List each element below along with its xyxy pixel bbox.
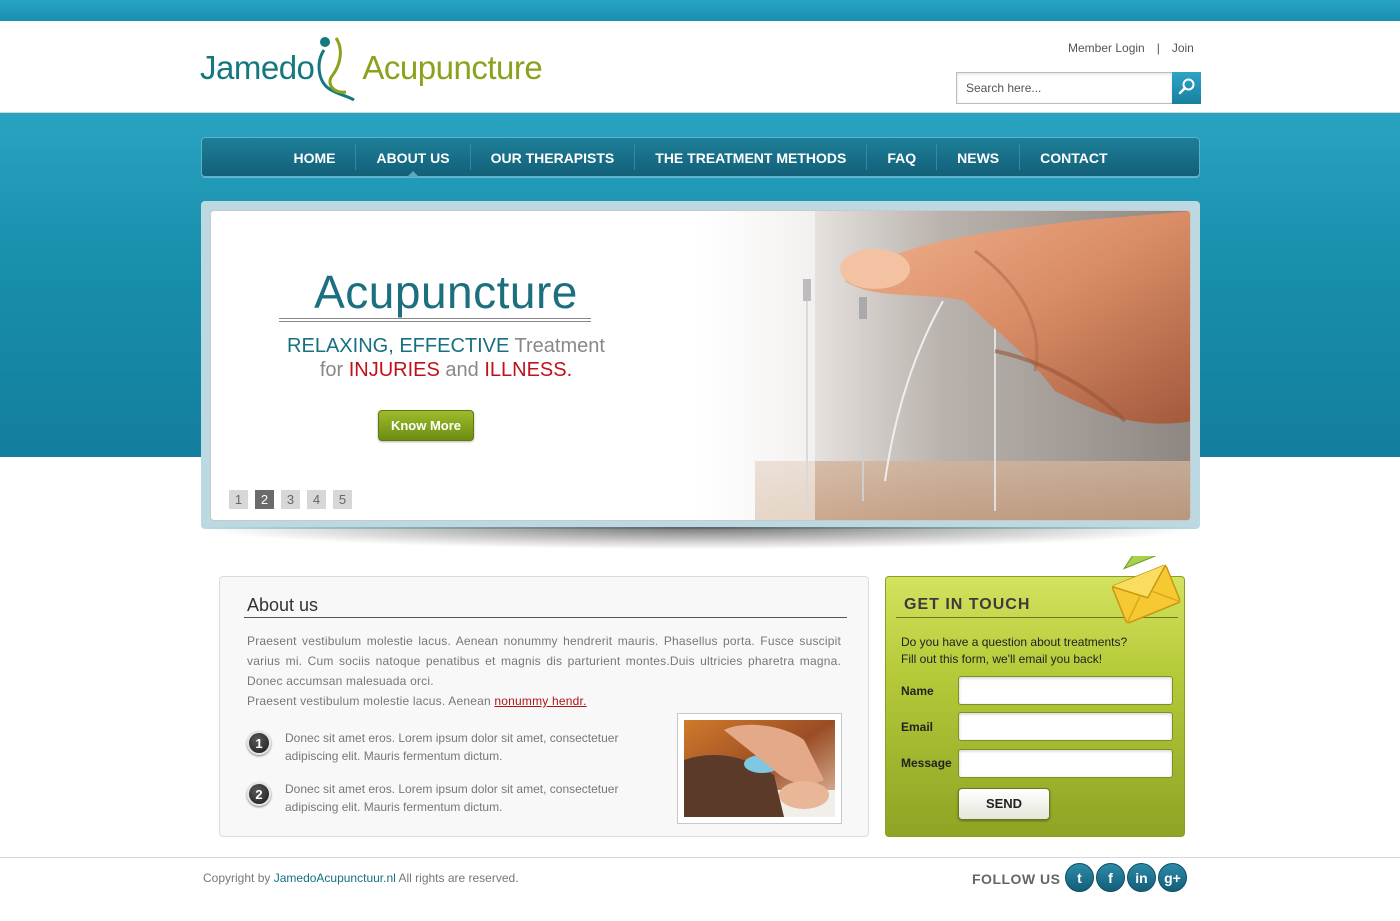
contact-intro: Do you have a question about treatments?…	[901, 634, 1127, 668]
tag-treatment: Treatment	[514, 335, 605, 357]
bullet-text-1: Donec sit amet eros. Lorem ipsum dolor s…	[285, 731, 619, 763]
message-label: Message	[901, 756, 952, 770]
nav-our-therapists[interactable]: OUR THERAPISTS	[471, 138, 635, 176]
know-more-button[interactable]: Know More	[378, 410, 474, 441]
tag-for: for	[319, 359, 344, 381]
contact-heading: GET IN TOUCH	[904, 596, 1031, 613]
slide-tagline-1: RELAXING, EFFECTIVE Treatment	[251, 335, 641, 358]
name-label: Name	[901, 684, 934, 698]
bullet-text-2: Donec sit amet eros. Lorem ipsum dolor s…	[285, 782, 619, 814]
join-link[interactable]: Join	[1172, 41, 1194, 55]
about-paragraph: Praesent vestibulum molestie lacus. Aene…	[247, 634, 841, 688]
googleplus-icon[interactable]: g+	[1158, 863, 1187, 892]
tag-effective: EFFECTIVE	[399, 335, 510, 357]
account-links: Member Login | Join	[1068, 41, 1194, 55]
slider-page-3[interactable]: 3	[281, 490, 300, 509]
envelope-icon	[1111, 541, 1182, 630]
nav-treatment-methods[interactable]: THE TREATMENT METHODS	[635, 138, 866, 176]
search-input[interactable]	[956, 72, 1173, 104]
about-paragraph-2: Praesent vestibulum molestie lacus. Aene…	[247, 691, 587, 711]
acupuncture-hand-image	[695, 211, 1190, 520]
twitter-icon[interactable]: t	[1065, 863, 1094, 892]
top-strip	[0, 0, 1400, 21]
social-links: t f in g+	[1065, 863, 1187, 892]
message-field[interactable]	[958, 749, 1173, 778]
slider-page-4[interactable]: 4	[307, 490, 326, 509]
search-box	[956, 72, 1201, 104]
slider-page-2[interactable]: 2	[255, 490, 274, 509]
about-panel: About us Praesent vestibulum molestie la…	[219, 576, 869, 837]
slider-shadow	[208, 527, 1193, 549]
email-field[interactable]	[958, 712, 1173, 741]
tag-comma: ,	[388, 335, 394, 357]
copyright: Copyright by JamedoAcupunctuur.nl All ri…	[203, 871, 519, 885]
slider-page-5[interactable]: 5	[333, 490, 352, 509]
bullet-number-1: 1	[247, 731, 271, 755]
footer-divider	[0, 857, 1400, 858]
search-button[interactable]	[1172, 72, 1201, 104]
slide-divider	[279, 318, 591, 322]
logo-text-acupuncture: Acupuncture	[362, 49, 543, 86]
slider-pagination: 1 2 3 4 5	[229, 490, 352, 509]
link-divider: |	[1156, 41, 1160, 55]
bullet-number-2: 2	[247, 782, 271, 806]
about-heading: About us	[247, 595, 319, 615]
tag-relaxing: RELAXING	[287, 335, 389, 357]
nav-contact[interactable]: CONTACT	[1020, 138, 1127, 176]
logo-text-jamedo: Jamedo	[200, 49, 315, 86]
name-field[interactable]	[958, 676, 1173, 705]
about-more-link[interactable]: nonummy hendr.	[494, 694, 586, 708]
treatment-photo	[677, 713, 842, 824]
facebook-icon[interactable]: f	[1096, 863, 1125, 892]
nav-about-us[interactable]: ABOUT US	[356, 138, 469, 177]
slide-title: Acupuncture	[314, 266, 578, 318]
main-nav: HOME ABOUT US OUR THERAPISTS THE TREATME…	[201, 137, 1200, 177]
email-label: Email	[901, 720, 934, 734]
logo-ampersand-icon	[314, 32, 362, 104]
copyright-site-link[interactable]: JamedoAcupunctuur.nl	[274, 871, 396, 885]
search-icon	[1178, 77, 1196, 100]
member-login-link[interactable]: Member Login	[1068, 41, 1145, 55]
nav-news[interactable]: NEWS	[937, 138, 1019, 176]
site-logo[interactable]: Jamedo Acupuncture	[200, 32, 543, 104]
follow-us-label: FOLLOW US	[972, 871, 1061, 887]
about-divider	[244, 617, 847, 618]
slider-page-1[interactable]: 1	[229, 490, 248, 509]
copyright-suffix: All rights are reserved.	[398, 871, 519, 885]
linkedin-icon[interactable]: in	[1127, 863, 1156, 892]
tag-and: and	[445, 359, 479, 381]
tag-injuries: INJURIES	[348, 359, 440, 381]
about-paragraph-2-text: Praesent vestibulum molestie lacus. Aene…	[247, 694, 491, 708]
hero-slide: Acupuncture RELAXING, EFFECTIVE Treatmen…	[210, 210, 1191, 521]
tag-illness: ILLNESS.	[484, 359, 573, 381]
slide-tagline-2: for INJURIES and ILLNESS.	[251, 359, 641, 382]
nav-home[interactable]: HOME	[273, 138, 355, 176]
contact-intro-line-2: Fill out this form, we'll email you back…	[901, 652, 1103, 666]
contact-intro-line-1: Do you have a question about treatments?	[901, 635, 1128, 649]
send-button[interactable]: SEND	[958, 788, 1050, 820]
copyright-prefix: Copyright by	[203, 871, 271, 885]
nav-faq[interactable]: FAQ	[867, 138, 936, 176]
